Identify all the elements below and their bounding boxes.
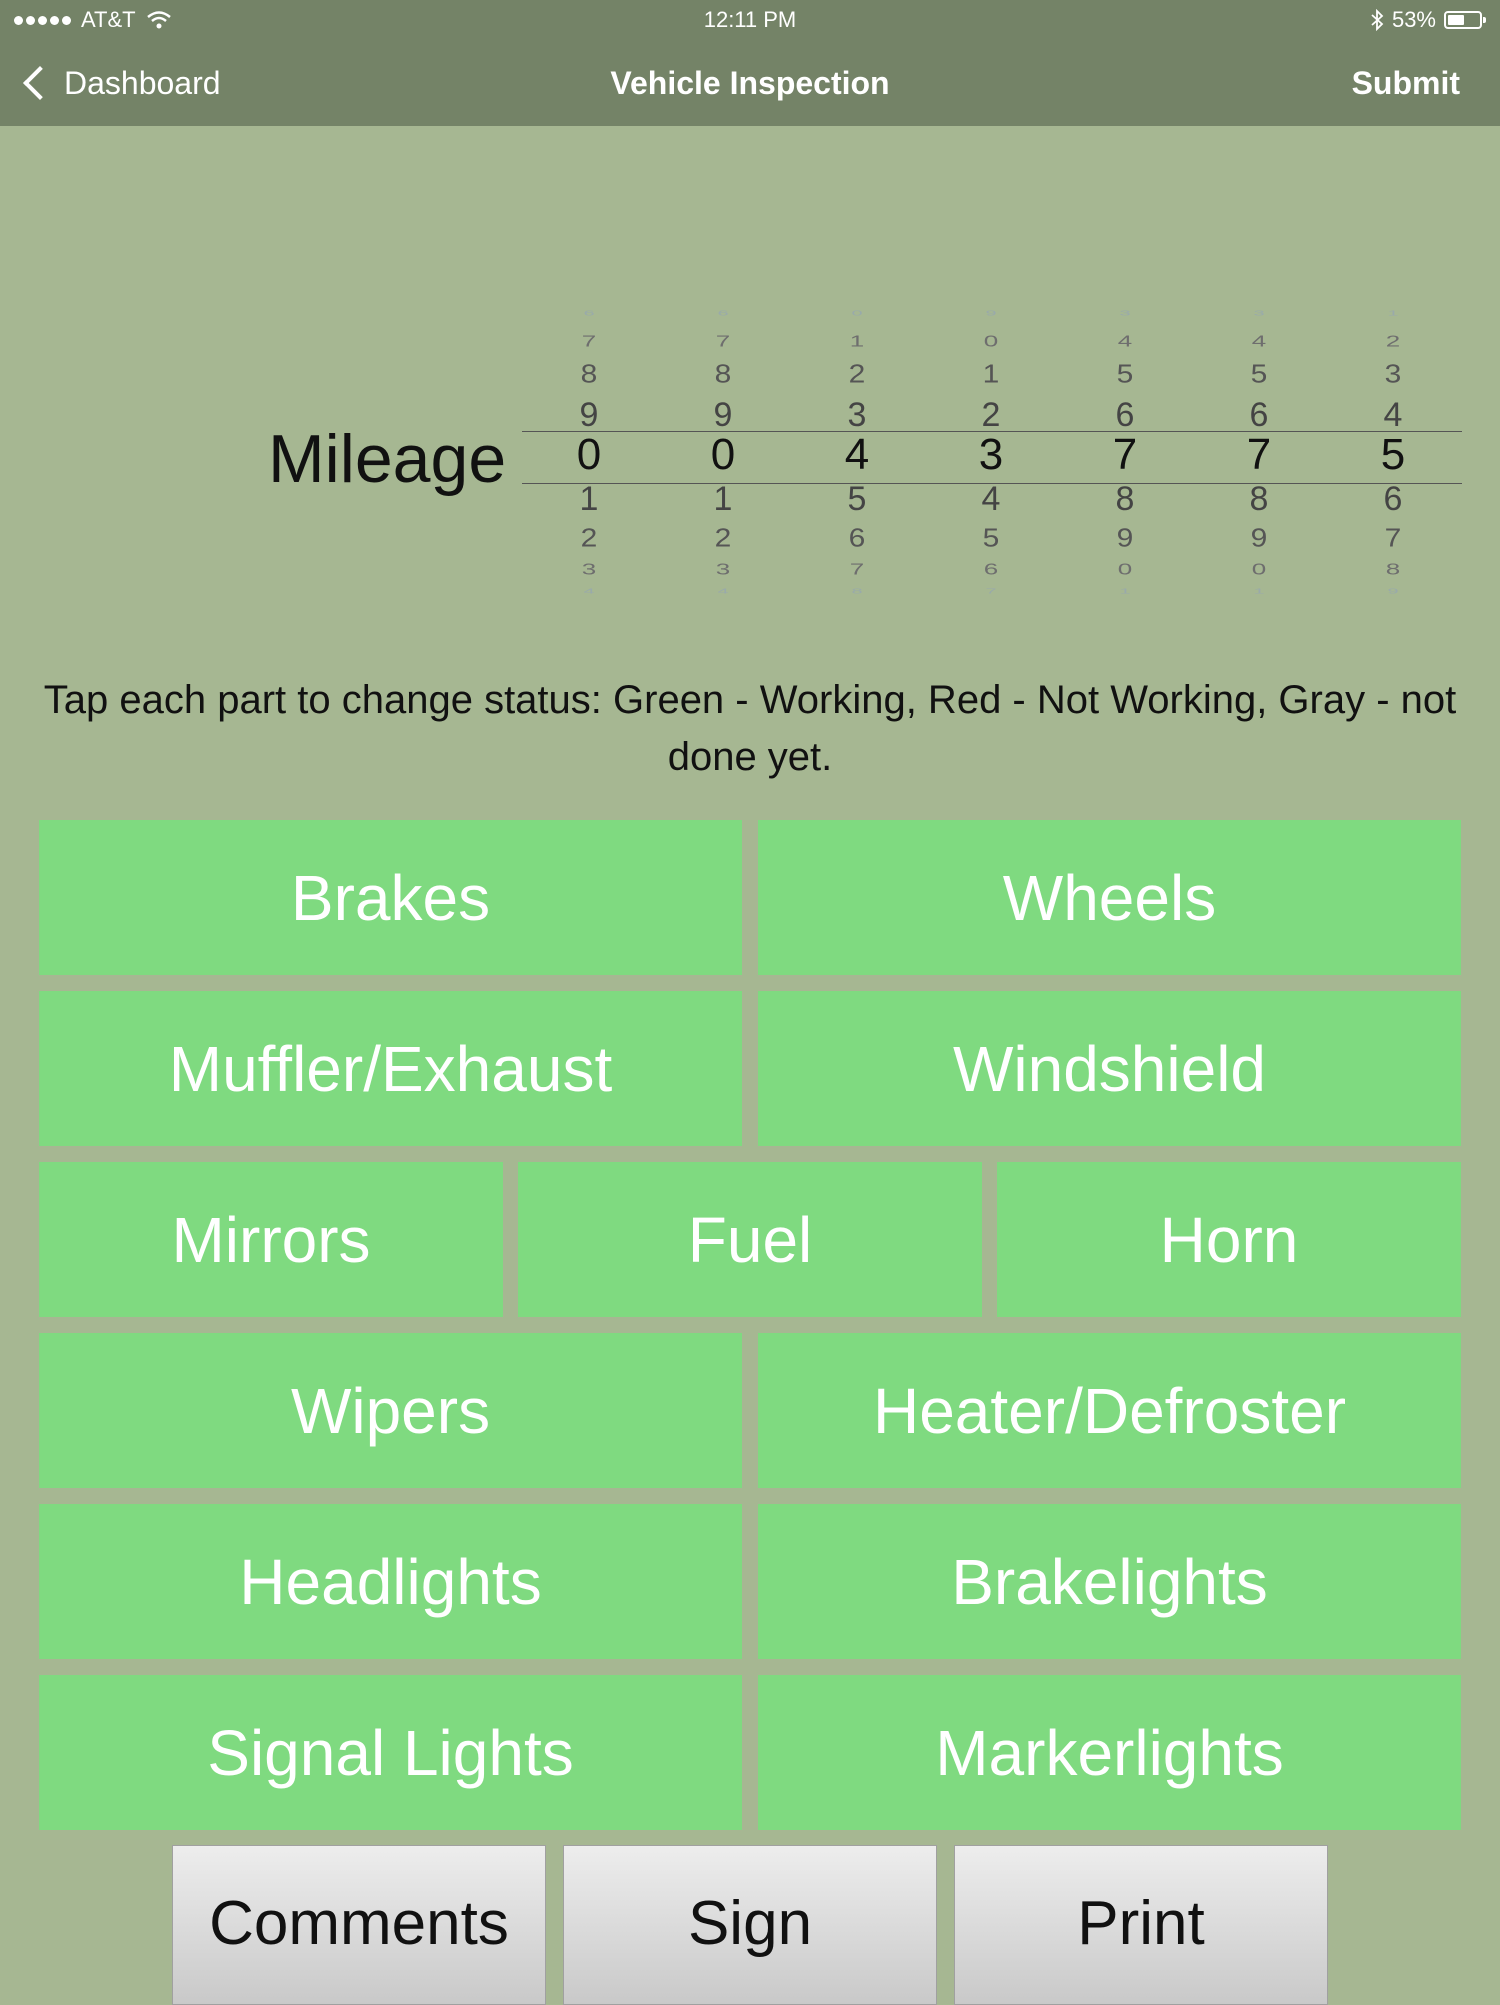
mileage-wheel-digit: 4 [583,587,595,596]
status-time: 12:11 PM [703,7,797,32]
mileage-wheel-digit: 8 [580,360,598,389]
mileage-wheel-digit: 7 [849,560,865,579]
battery-percent: 53% [1391,7,1436,32]
status-right: 53% [1370,0,1486,40]
print-button[interactable]: Print [954,1845,1328,2005]
part-horn-button[interactable]: Horn [997,1162,1461,1317]
mileage-wheel-digit: 2 [714,524,732,553]
mileage-wheel-digit: 8 [714,360,732,389]
mileage-wheel-digit: 6 [983,560,999,579]
mileage-wheel-digit: 4 [717,587,729,596]
mileage-wheel-digit: 7 [985,587,997,596]
mileage-wheel-digit: 4 [1117,332,1133,351]
part-heater-defroster-button[interactable]: Heater/Defroster [758,1333,1461,1488]
mileage-wheel-digit: 5 [1116,360,1134,389]
mileage-selected-digit: 4 [844,430,870,479]
mileage-label: Mileage [268,421,507,497]
part-headlights-button[interactable]: Headlights [39,1504,742,1659]
mileage-selected-digit: 0 [576,430,602,479]
sign-button[interactable]: Sign [563,1845,937,2005]
part-fuel-button[interactable]: Fuel [518,1162,982,1317]
mileage-wheel-digit: 8 [1115,480,1135,518]
mileage-wheel-digit: 6 [848,524,866,553]
mileage-wheel-digit: 6 [583,309,595,318]
part-wheels-button[interactable]: Wheels [758,820,1461,975]
mileage-wheel-digit: 1 [1119,587,1131,596]
mileage-wheel-digit: 9 [1387,587,1399,596]
mileage-wheel-digit: 3 [581,560,597,579]
mileage-wheel-digit: 8 [1385,560,1401,579]
mileage-wheel-digit: 1 [713,480,733,518]
mileage-wheel-digit: 3 [715,560,731,579]
mileage-selected-digit: 0 [710,430,736,479]
mileage-wheel-digit: 9 [1116,524,1134,553]
part-markerlights-button[interactable]: Markerlights [758,1675,1461,1830]
mileage-wheel-digit: 3 [1119,309,1131,318]
mileage-wheel-digit: 6 [1383,480,1403,518]
mileage-wheel-digit: 4 [981,480,1001,518]
mileage-wheel-digit: 3 [1384,360,1402,389]
mileage-wheel-digit: 0 [851,309,863,318]
instructions-text: Tap each part to change status: Green - … [43,678,1457,779]
part-wipers-button[interactable]: Wipers [39,1333,742,1488]
mileage-wheel-digit: 9 [1250,524,1268,553]
part-brakelights-button[interactable]: Brakelights [758,1504,1461,1659]
part-windshield-button[interactable]: Windshield [758,991,1461,1146]
mileage-selected-digit: 5 [1380,430,1406,479]
mileage-wheel[interactable]: 012345678 [790,300,924,610]
mileage-wheel-digit: 1 [579,480,599,518]
mileage-wheel[interactable]: 345678901 [1192,300,1326,610]
comments-button[interactable]: Comments [172,1845,546,2005]
mileage-wheel-digit: 8 [851,587,863,596]
mileage-wheel-digit: 9 [985,309,997,318]
mileage-wheel-digit: 2 [848,360,866,389]
mileage-wheel-digit: 5 [847,480,867,518]
mileage-selected-digit: 7 [1246,430,1272,479]
mileage-wheel[interactable]: 123456789 [1326,300,1460,610]
bluetooth-icon [1371,9,1384,31]
mileage-selected-digit: 3 [978,430,1004,479]
mileage-wheel-digit: 5 [1250,360,1268,389]
mileage-wheel-digit: 7 [1384,524,1402,553]
mileage-wheel-digit: 2 [580,524,598,553]
mileage-wheel-digit: 7 [581,332,597,351]
mileage-wheel-digit: 4 [1251,332,1267,351]
page-title: Vehicle Inspection [610,65,890,101]
mileage-wheel[interactable]: 678901234 [656,300,790,610]
navigation-bar: AT&T 12:11 PM 53% Dashboard Vehicle Insp… [0,0,1500,126]
part-brakes-button[interactable]: Brakes [39,820,742,975]
battery-icon [1444,11,1486,29]
mileage-wheel[interactable]: 345678901 [1058,300,1192,610]
mileage-wheel-digit: 2 [1385,332,1401,351]
mileage-wheel-digit: 6 [717,309,729,318]
part-mirrors-button[interactable]: Mirrors [39,1162,503,1317]
mileage-wheel-digit: 1 [1387,309,1399,318]
mileage-wheel-digit: 0 [1251,560,1267,579]
mileage-wheel-digit: 5 [982,524,1000,553]
mileage-wheel-digit: 0 [983,332,999,351]
mileage-wheel-digit: 3 [1253,309,1265,318]
mileage-wheel[interactable]: 901234567 [924,300,1058,610]
submit-button[interactable]: Submit [1352,58,1460,108]
mileage-wheel-digit: 7 [715,332,731,351]
part-muffler-exhaust-button[interactable]: Muffler/Exhaust [39,991,742,1146]
mileage-wheel-digit: 1 [849,332,865,351]
mileage-wheel-digit: 0 [1117,560,1133,579]
mileage-wheel[interactable]: 678901234 [522,300,656,610]
mileage-wheel-digit: 1 [982,360,1000,389]
mileage-picker[interactable]: 6789012346789012340123456789012345673456… [522,300,1462,610]
mileage-selected-digit: 7 [1112,430,1138,479]
part-signal-lights-button[interactable]: Signal Lights [39,1675,742,1830]
mileage-wheel-digit: 1 [1253,587,1265,596]
mileage-wheel-digit: 8 [1249,480,1269,518]
